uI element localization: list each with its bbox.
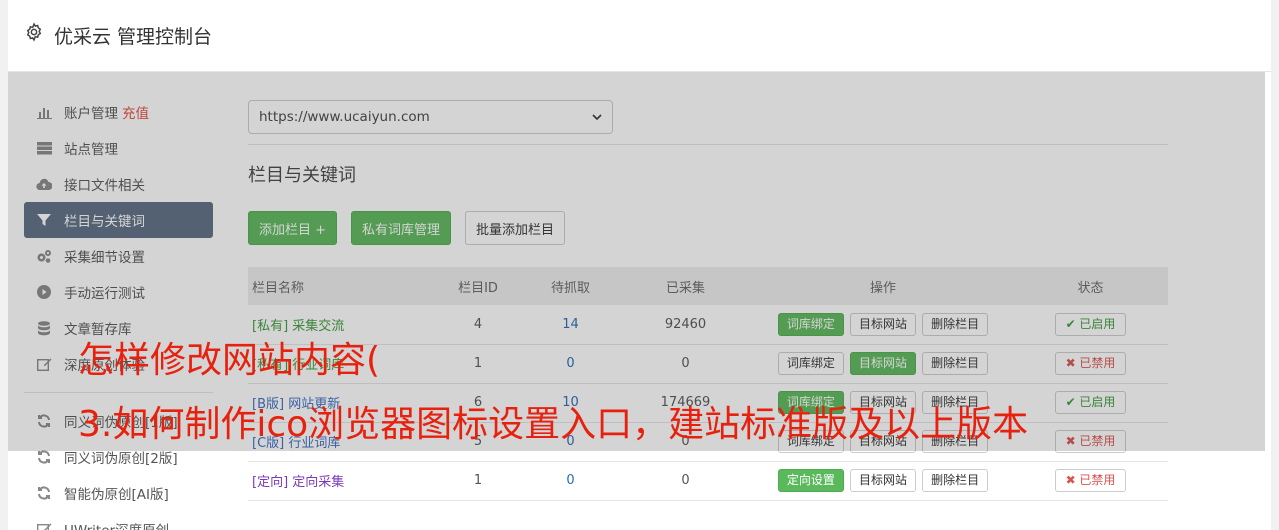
status-toggle[interactable]: ✖ 已禁用: [1054, 430, 1127, 453]
sidebar-item-label: 同义词伪原创[2版]: [64, 451, 178, 467]
cell-pending: 0: [523, 344, 618, 383]
status-toggle[interactable]: ✖ 已禁用: [1054, 469, 1127, 492]
column-tag: [私有]: [252, 318, 289, 334]
cell-actions: 定向设置 目标网站 删除栏目: [753, 461, 1013, 500]
site-select-value: https://www.ucaiyun.com: [259, 109, 430, 125]
cell-name: [私有] 采集交流: [248, 305, 433, 344]
column-name-link[interactable]: 定向采集: [292, 475, 344, 490]
bar-chart-icon: [36, 104, 52, 120]
cell-actions: 词库绑定 目标网站 删除栏目: [753, 305, 1013, 344]
target-site-button[interactable]: 目标网站: [849, 352, 916, 375]
refresh-icon: [36, 413, 52, 429]
target-site-button[interactable]: 目标网站: [849, 312, 916, 336]
sidebar-item-ai-original[interactable]: 智能伪原创[AI版]: [24, 475, 213, 511]
server-icon: [36, 140, 52, 156]
database-icon: [36, 320, 52, 336]
cell-id: 1: [473, 356, 483, 371]
col-header-actions: 操作: [869, 280, 896, 296]
sidebar-item-label: 站点管理: [64, 142, 118, 158]
cell-status: ✖ 已禁用: [1013, 461, 1168, 500]
cell-collected: 92460: [664, 316, 707, 332]
pending-link[interactable]: 0: [566, 356, 574, 371]
cell-status: ✖ 已禁用: [1013, 344, 1168, 383]
cell-collected: 0: [681, 356, 690, 371]
cell-id: 1: [473, 473, 483, 488]
sidebar-item-label: 手动运行测试: [64, 286, 145, 302]
refresh-icon: [36, 485, 52, 501]
cell-status: ✔ 已启用: [1013, 305, 1168, 344]
refresh-icon: [36, 449, 52, 465]
cell-collected: 0: [681, 473, 690, 488]
delete-column-button[interactable]: 删除栏目: [922, 352, 989, 375]
recharge-link[interactable]: 充值: [122, 102, 149, 122]
edit-icon: [36, 521, 52, 530]
batch-add-button[interactable]: 批量添加栏目: [465, 211, 566, 245]
page-title: 优采云 管理控制台: [54, 26, 213, 48]
columns-table: 栏目名称 栏目ID 待抓取 已采集 操作 状态 [私有] 采集交流 4 14 9246…: [248, 267, 1168, 501]
status-toggle[interactable]: ✖ 已禁用: [1054, 352, 1127, 375]
delete-column-button[interactable]: 删除栏目: [922, 312, 989, 336]
bind-lib-button[interactable]: 词库绑定: [777, 312, 844, 336]
col-header-status: 状态: [1077, 280, 1104, 296]
gear-icon: [26, 22, 42, 42]
sidebar-item-label: 采集细节设置: [64, 250, 145, 266]
sidebar-item-manual-run[interactable]: 手动运行测试: [24, 274, 213, 310]
content-panel: 账户管理 充值 站点管理 接口文件相关 栏目与关键词 采集细节设置 手动运行测试…: [8, 72, 1271, 530]
col-header-pending: 待抓取: [550, 280, 590, 296]
table-row: [定向] 定向采集 1 0 0 定向设置 目标网站 删除栏目 ✖ 已禁用: [248, 461, 1168, 500]
sidebar-item-sites[interactable]: 站点管理: [24, 130, 213, 166]
sidebar-item-interface[interactable]: 接口文件相关: [24, 166, 213, 202]
sidebar-item-account[interactable]: 账户管理 充值: [24, 94, 213, 130]
sidebar-item-collect-settings[interactable]: 采集细节设置: [24, 238, 213, 274]
chevron-down-icon: [592, 114, 602, 121]
status-toggle[interactable]: ✔ 已启用: [1054, 391, 1127, 414]
cell-actions: 词库绑定 目标网站 删除栏目: [753, 344, 1013, 383]
cloud-upload-icon: [36, 176, 52, 192]
divider: [248, 144, 1168, 145]
column-name-link[interactable]: 采集交流: [292, 319, 344, 334]
top-bar: 优采云 管理控制台: [8, 0, 1271, 72]
sidebar-item-label: 栏目与关键词: [64, 214, 145, 230]
table-row: [私有] 采集交流 4 14 92460 词库绑定 目标网站 删除栏目 ✔ 已启用: [248, 305, 1168, 344]
col-header-id: 栏目ID: [458, 280, 498, 296]
filter-icon: [36, 212, 52, 228]
sidebar-item-label: UWriter深度原创: [64, 519, 169, 530]
pending-link[interactable]: 0: [566, 473, 574, 488]
col-header-collected: 已采集: [665, 280, 705, 296]
cell-name: [定向] 定向采集: [248, 461, 433, 500]
table-row: [私有] 行业词库 1 0 0 词库绑定 目标网站 删除栏目 ✖ 已禁用: [248, 344, 1168, 383]
delete-column-button[interactable]: 删除栏目: [922, 469, 989, 492]
edit-icon: [36, 356, 52, 372]
site-select[interactable]: https://www.ucaiyun.com: [248, 100, 613, 134]
sidebar-divider: [24, 392, 213, 393]
action-buttons: 添加栏目 + 私有词库管理 批量添加栏目: [248, 211, 1168, 245]
cogs-icon: [36, 248, 52, 264]
private-lib-button[interactable]: 私有词库管理: [351, 211, 452, 245]
play-circle-icon: [36, 284, 52, 300]
cell-status: ✖ 已禁用: [1013, 422, 1168, 461]
pending-link[interactable]: 14: [562, 317, 579, 332]
bind-lib-button[interactable]: 定向设置: [777, 469, 844, 492]
cell-status: ✔ 已启用: [1013, 383, 1168, 422]
sidebar-item-label: 智能伪原创[AI版]: [64, 487, 169, 503]
section-title: 栏目与关键词: [248, 165, 356, 186]
watermark-line-1: 怎样修改网站内容(: [78, 340, 381, 381]
cell-id: 4: [473, 316, 483, 332]
cell-pending: 0: [523, 461, 618, 500]
sidebar-item-label: 接口文件相关: [64, 178, 145, 194]
column-tag: [定向]: [252, 475, 289, 490]
target-site-button[interactable]: 目标网站: [849, 469, 916, 492]
sidebar-item-label: 文章暂存库: [64, 322, 132, 338]
sidebar: 账户管理 充值 站点管理 接口文件相关 栏目与关键词 采集细节设置 手动运行测试…: [24, 94, 213, 530]
bind-lib-button[interactable]: 词库绑定: [777, 352, 844, 375]
sidebar-item-uwriter[interactable]: UWriter深度原创: [24, 511, 213, 530]
cell-pending: 14: [523, 305, 618, 344]
status-toggle[interactable]: ✔ 已启用: [1054, 312, 1127, 336]
col-header-name: 栏目名称: [252, 280, 305, 296]
table-header: 栏目名称 栏目ID 待抓取 已采集 操作 状态: [248, 267, 1168, 305]
add-column-button[interactable]: 添加栏目 +: [248, 211, 338, 245]
watermark-line-2: 3.如何制作ico浏览器图标设置入口，建站标准版及以上版本: [78, 404, 1029, 445]
sidebar-item-label: 账户管理: [64, 106, 118, 122]
sidebar-item-columns[interactable]: 栏目与关键词: [24, 202, 213, 238]
